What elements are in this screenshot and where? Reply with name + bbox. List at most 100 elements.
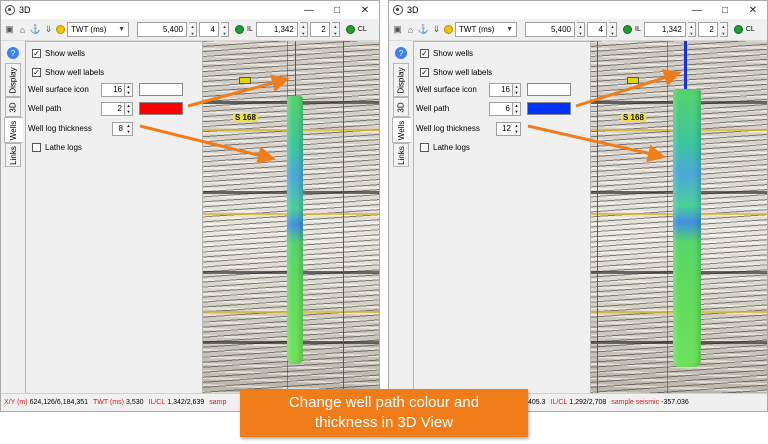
home-icon[interactable]: ⌂ [17,24,28,35]
inline-spinner[interactable]: ▲ ▼ [299,22,308,37]
vertical-tabs: ? Display 3D Wells Links [389,41,413,411]
surface-icon-input[interactable]: 16 [489,83,513,97]
tab-display[interactable]: Display [393,63,409,97]
show-well-labels-row[interactable]: ✓ Show well labels [32,65,104,79]
surface-icon-label: Well surface icon [28,85,89,94]
show-wells-checkbox[interactable]: ✓ [420,48,429,58]
show-wells-row[interactable]: ✓ Show wells [420,46,473,60]
log-thickness-spinner[interactable]: ▲ ▼ [513,122,521,136]
home-icon[interactable]: ⌂ [405,24,416,35]
tab-wells[interactable]: Wells [4,117,23,143]
toolbar: ▣ ⌂ ⚓ ⇓ TWT (ms) ▼ 5,400 ▲ ▼ 4 ▲ ▼ IL 1,342… [1,19,379,41]
surface-icon-color-swatch[interactable] [527,83,571,96]
time-spinner[interactable]: ▲ ▼ [577,22,585,37]
anchor-icon[interactable]: ⚓ [30,24,41,35]
well-path-color-swatch[interactable] [139,102,183,115]
maximize-button[interactable]: □ [711,1,739,19]
status-xy-value: 624,126/6,184,351 [29,399,88,406]
status-sample-key: samp [209,399,227,406]
time-step-input[interactable]: 4 [199,22,219,37]
show-wells-row[interactable]: ✓ Show wells [32,46,85,60]
show-well-labels-checkbox[interactable]: ✓ [420,67,429,77]
well-path-width-input[interactable]: 6 [489,102,513,116]
show-well-labels-label: Show well labels [45,67,105,77]
app-icon [393,5,403,15]
well-path [684,41,687,91]
close-button[interactable]: ✕ [739,1,767,19]
surface-icon-spinner[interactable]: ▲ ▼ [125,83,133,97]
cl-indicator-icon[interactable] [733,25,743,34]
well-icon[interactable]: ⇓ [43,24,54,35]
window-3d-left: 3D — □ ✕ ▣ ⌂ ⚓ ⇓ TWT (ms) ▼ 5,400 ▲ ▼ 4 ▲ ▼… [0,0,380,412]
maximize-button[interactable]: □ [323,1,351,19]
domain-indicator-icon [56,25,65,34]
domain-select-value: TWT (ms) [459,25,495,34]
log-thickness-input[interactable]: 8 [112,122,126,136]
well-path-width-spinner[interactable]: ▲ ▼ [125,102,133,116]
close-button[interactable]: ✕ [351,1,379,19]
tab-3d[interactable]: 3D [5,97,21,117]
chevron-down-icon: ▼ [506,26,513,33]
cl-indicator-icon[interactable] [345,25,355,34]
3d-viewport[interactable]: S 168 [591,41,767,393]
tab-3d[interactable]: 3D [393,97,409,117]
domain-select[interactable]: TWT (ms) ▼ [67,22,129,37]
time-input[interactable]: 5,400 [525,22,575,37]
well-path-color-swatch[interactable] [527,102,571,115]
time-step-spinner[interactable]: ▲ ▼ [221,22,229,37]
inline-input[interactable]: 1,342 [643,22,686,37]
minimize-button[interactable]: — [683,1,711,19]
camera-icon[interactable]: ▣ [392,24,403,35]
show-well-labels-row[interactable]: ✓ Show well labels [420,65,492,79]
surface-icon-spinner[interactable]: ▲ ▼ [513,83,521,97]
lathe-logs-row[interactable]: Lathe logs [32,140,82,154]
tab-display[interactable]: Display [5,63,21,97]
surface-icon-input[interactable]: 16 [101,83,125,97]
domain-select[interactable]: TWT (ms) ▼ [455,22,517,37]
cl-label: CL [745,26,755,33]
title-bar: 3D — □ ✕ [389,1,767,19]
il-indicator-icon[interactable] [235,25,244,34]
time-spinner[interactable]: ▲ ▼ [189,22,197,37]
show-well-labels-checkbox[interactable]: ✓ [32,67,41,77]
lathe-logs-checkbox[interactable] [420,142,429,152]
tab-wells[interactable]: Wells [392,117,411,143]
tab-links[interactable]: Links [393,143,409,167]
inline-input[interactable]: 1,342 [255,22,298,37]
time-step-spinner[interactable]: ▲ ▼ [609,22,617,37]
log-thickness-label: Well log thickness [416,124,480,133]
inline-step-spinner[interactable]: ▲ ▼ [719,22,728,37]
lathe-logs-label: Lathe logs [433,142,470,152]
status-sample-value: -357.036 [661,399,689,406]
well-path-width-input[interactable]: 2 [101,102,125,116]
help-icon[interactable]: ? [395,47,407,59]
status-xy-key: X/Y (m) [4,399,28,406]
3d-viewport[interactable]: S 168 [203,41,379,393]
inline-step-input[interactable]: 2 [697,22,718,37]
log-thickness-spinner[interactable]: ▲ ▼ [125,122,133,136]
surface-icon-color-swatch[interactable] [139,83,183,96]
camera-icon[interactable]: ▣ [4,24,15,35]
window-title: 3D [19,5,31,15]
time-step-input[interactable]: 4 [587,22,607,37]
time-input[interactable]: 5,400 [137,22,187,37]
anchor-icon[interactable]: ⚓ [418,24,429,35]
lathe-logs-label: Lathe logs [45,142,82,152]
window-3d-right: 3D — □ ✕ ▣ ⌂ ⚓ ⇓ TWT (ms) ▼ 5,400 ▲ ▼ 4 ▲ ▼… [388,0,768,412]
show-wells-checkbox[interactable]: ✓ [32,48,41,58]
status-ilcl-value: 1,292/2,708 [569,399,607,406]
lathe-logs-row[interactable]: Lathe logs [420,140,470,154]
inline-spinner[interactable]: ▲ ▼ [687,22,696,37]
log-thickness-label: Well log thickness [28,124,92,133]
inline-step-spinner[interactable]: ▲ ▼ [331,22,340,37]
log-thickness-input[interactable]: 12 [496,122,514,136]
help-icon[interactable]: ? [7,47,19,59]
il-indicator-icon[interactable] [623,25,632,34]
tab-links-label: Links [396,145,406,165]
inline-step-input[interactable]: 2 [309,22,330,37]
tab-links[interactable]: Links [5,143,21,167]
well-icon[interactable]: ⇓ [431,24,442,35]
well-path-width-spinner[interactable]: ▲ ▼ [513,102,521,116]
minimize-button[interactable]: — [295,1,323,19]
lathe-logs-checkbox[interactable] [32,142,41,152]
